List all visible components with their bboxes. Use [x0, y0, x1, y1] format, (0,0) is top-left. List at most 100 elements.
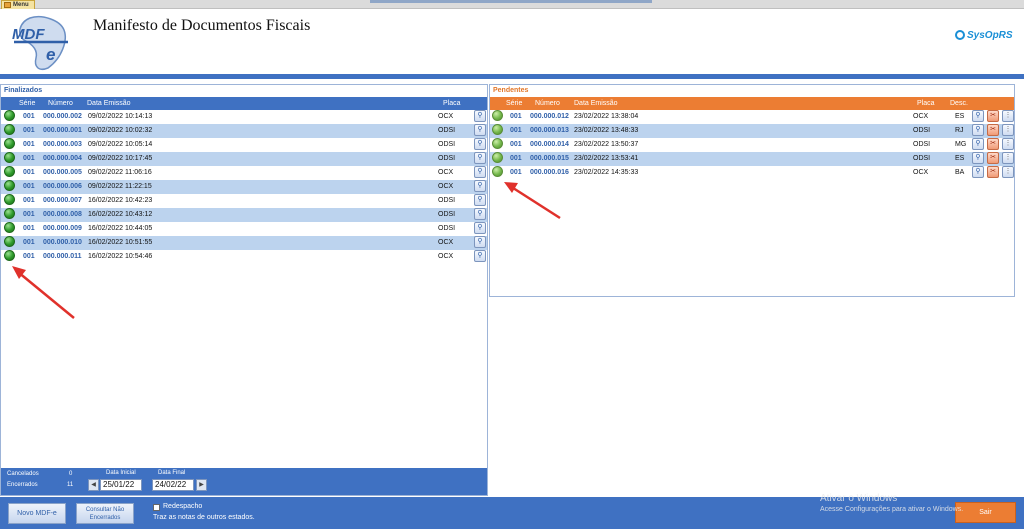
view-magnifier-icon[interactable]: ⚲ [972, 124, 984, 136]
cancel-scissors-icon[interactable]: ✂ [987, 124, 999, 136]
cancel-scissors-icon[interactable]: ✂ [987, 138, 999, 150]
cancel-scissors-icon[interactable]: ✂ [987, 110, 999, 122]
col-data-emissao[interactable]: Data Emissão [574, 97, 618, 110]
cell-serie: 001 [510, 113, 522, 120]
consultar-label-line1: Consultar Não [85, 507, 125, 513]
view-magnifier-icon[interactable]: ⚲ [474, 236, 486, 248]
cell-data-emissao: 09/02/2022 11:06:16 [88, 169, 152, 176]
redespacho-hint: Traz as notas de outros estados. [153, 514, 255, 521]
options-icon[interactable]: ⋮ [1002, 152, 1014, 164]
view-magnifier-icon[interactable]: ⚲ [474, 152, 486, 164]
data-inicial-input[interactable]: 25/01/22 [100, 479, 142, 491]
col-serie[interactable]: Série [506, 97, 522, 110]
table-row[interactable]: 001 000.000.015 23/02/2022 13:53:41 ODSI ES ⚲… [490, 152, 1014, 166]
view-magnifier-icon[interactable]: ⚲ [474, 124, 486, 136]
cell-data-emissao: 16/02/2022 10:51:55 [88, 239, 153, 246]
cell-data-emissao: 09/02/2022 10:14:13 [88, 113, 153, 120]
header-divider [0, 74, 1024, 79]
table-row[interactable]: 001 000.000.013 23/02/2022 13:48:33 ODSI RJ ⚲… [490, 124, 1014, 138]
cell-data-emissao: 16/02/2022 10:54:46 [88, 253, 153, 260]
options-icon[interactable]: ⋮ [1002, 124, 1014, 136]
table-row[interactable]: 001 000.000.008 16/02/2022 10:43:12 ODSI ⚲ [1, 208, 487, 222]
cell-placa: ODSI [913, 155, 931, 162]
status-finalizado-icon [4, 110, 15, 121]
table-row[interactable]: 001 000.000.007 16/02/2022 10:42:23 ODSI ⚲ [1, 194, 487, 208]
view-magnifier-icon[interactable]: ⚲ [972, 138, 984, 150]
cell-numero: 000.000.009 [43, 225, 82, 232]
annotation-arrow-pendentes [504, 182, 561, 220]
col-numero[interactable]: Número [535, 97, 560, 110]
view-magnifier-icon[interactable]: ⚲ [474, 110, 486, 122]
redespacho-checkbox[interactable] [153, 504, 160, 511]
cell-serie: 001 [510, 141, 522, 148]
view-magnifier-icon[interactable]: ⚲ [474, 194, 486, 206]
table-row[interactable]: 001 000.000.001 09/02/2022 10:02:32 ODSI ⚲ [1, 124, 487, 138]
view-magnifier-icon[interactable]: ⚲ [474, 222, 486, 234]
table-row[interactable]: 001 000.000.014 23/02/2022 13:50:37 ODSI MG ⚲… [490, 138, 1014, 152]
cell-numero: 000.000.003 [43, 141, 82, 148]
windows-activation-text: Acesse Configurações para ativar o Windo… [820, 506, 964, 513]
cell-desc: BA [955, 169, 965, 176]
table-row[interactable]: 001 000.000.006 09/02/2022 11:22:15 OCX ⚲ [1, 180, 487, 194]
view-magnifier-icon[interactable]: ⚲ [972, 152, 984, 164]
table-row[interactable]: 001 000.000.002 09/02/2022 10:14:13 OCX ⚲ [1, 110, 487, 124]
next-date-button[interactable]: ▶ [196, 479, 207, 491]
cell-serie: 001 [510, 155, 522, 162]
cancel-scissors-icon[interactable]: ✂ [987, 166, 999, 178]
cell-data-emissao: 23/02/2022 14:35:33 [574, 169, 639, 176]
status-finalizado-icon [4, 194, 15, 205]
view-magnifier-icon[interactable]: ⚲ [474, 208, 486, 220]
table-row[interactable]: 001 000.000.010 16/02/2022 10:51:55 OCX ⚲ [1, 236, 487, 250]
pendentes-rows: 001 000.000.012 23/02/2022 13:38:04 OCX ES ⚲ ✂… [490, 110, 1014, 180]
annotation-arrow-finalizados [12, 266, 75, 319]
cell-placa: OCX [438, 183, 454, 190]
cancelados-label: Cancelados [7, 471, 39, 477]
view-magnifier-icon[interactable]: ⚲ [972, 110, 984, 122]
col-placa[interactable]: Placa [917, 97, 935, 110]
cell-placa: OCX [438, 113, 454, 120]
table-row[interactable]: 001 000.000.012 23/02/2022 13:38:04 OCX ES ⚲ ✂… [490, 110, 1014, 124]
col-data-emissao[interactable]: Data Emissão [87, 97, 131, 110]
tab-menu[interactable]: Menu [1, 0, 35, 9]
view-magnifier-icon[interactable]: ⚲ [474, 138, 486, 150]
consultar-nao-encerrados-button[interactable]: Consultar Não Encerrados [76, 503, 134, 524]
table-row[interactable]: 001 000.000.016 23/02/2022 14:35:33 OCX BA ⚲ ✂… [490, 166, 1014, 180]
cancelados-value: 0 [69, 471, 73, 477]
table-row[interactable]: 001 000.000.005 09/02/2022 11:06:16 OCX ⚲ [1, 166, 487, 180]
status-finalizado-icon [4, 124, 15, 135]
table-row[interactable]: 001 000.000.004 09/02/2022 10:17:45 ODSI ⚲ [1, 152, 487, 166]
table-row[interactable]: 001 000.000.009 16/02/2022 10:44:05 ODSI ⚲ [1, 222, 487, 236]
view-magnifier-icon[interactable]: ⚲ [972, 166, 984, 178]
cell-serie: 001 [23, 211, 35, 218]
col-numero[interactable]: Número [48, 97, 73, 110]
options-icon[interactable]: ⋮ [1002, 138, 1014, 150]
sysoprs-logo-icon [955, 30, 965, 40]
status-finalizado-icon [4, 166, 15, 177]
view-magnifier-icon[interactable]: ⚲ [474, 250, 486, 262]
cell-data-emissao: 09/02/2022 11:22:15 [88, 183, 152, 190]
cell-numero: 000.000.010 [43, 239, 82, 246]
options-icon[interactable]: ⋮ [1002, 166, 1014, 178]
table-row[interactable]: 001 000.000.003 09/02/2022 10:05:14 ODSI ⚲ [1, 138, 487, 152]
col-serie[interactable]: Série [19, 97, 35, 110]
data-final-input[interactable]: 24/02/22 [152, 479, 194, 491]
cell-desc: ES [955, 155, 965, 162]
view-magnifier-icon[interactable]: ⚲ [474, 180, 486, 192]
view-magnifier-icon[interactable]: ⚲ [474, 166, 486, 178]
data-inicial-label: Data Inicial [106, 470, 136, 476]
sair-button[interactable]: Sair [955, 502, 1016, 523]
form-icon [4, 2, 11, 8]
window-tab-strip: Menu [0, 0, 1024, 9]
prev-date-button[interactable]: ◀ [88, 479, 99, 491]
cell-data-emissao: 16/02/2022 10:43:12 [88, 211, 153, 218]
col-placa[interactable]: Placa [443, 97, 461, 110]
novo-mdfe-button[interactable]: Novo MDF-e [8, 503, 66, 524]
col-desc[interactable]: Desc. [950, 97, 968, 110]
data-final-label: Data Final [158, 470, 186, 476]
windows-activation-title: Ativar o Windows [820, 493, 898, 504]
cell-numero: 000.000.015 [530, 155, 569, 162]
cell-numero: 000.000.013 [530, 127, 569, 134]
cancel-scissors-icon[interactable]: ✂ [987, 152, 999, 164]
options-icon[interactable]: ⋮ [1002, 110, 1014, 122]
cell-placa: OCX [438, 239, 454, 246]
